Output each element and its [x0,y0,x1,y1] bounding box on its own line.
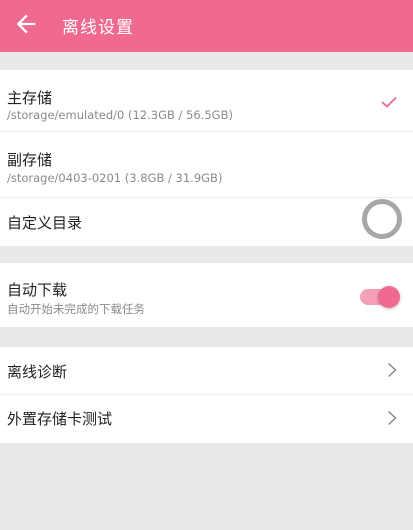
toggle-knob [378,286,400,308]
primary-storage-path: /storage/emulated/0 (12.3GB / 56.5GB) [7,108,233,122]
primary-storage-option[interactable]: 主存储 /storage/emulated/0 (12.3GB / 56.5GB… [0,70,413,132]
offline-diagnose-item[interactable]: 离线诊断 [0,347,413,395]
tools-section: 离线诊断 外置存储卡测试 [0,347,413,443]
offline-diagnose-label: 离线诊断 [7,363,68,381]
secondary-storage-path: /storage/0403-0201 (3.8GB / 31.9GB) [7,171,223,185]
app-bar: 离线设置 [0,0,413,52]
auto-download-description: 自动开始未完成的下载任务 [7,302,145,316]
auto-download-label: 自动下载 [7,281,68,299]
arrow-left-icon[interactable] [12,10,40,38]
custom-directory-radio[interactable] [362,199,402,239]
chevron-right-icon [387,362,397,378]
secondary-storage-label: 副存储 [7,151,53,169]
sdcard-test-label: 外置存储卡测试 [7,410,113,428]
auto-download-toggle[interactable] [360,286,400,308]
primary-storage-label: 主存储 [7,89,53,107]
custom-directory-option[interactable]: 自定义目录 [0,198,413,247]
storage-section: 主存储 /storage/emulated/0 (12.3GB / 56.5GB… [0,70,413,246]
check-icon [381,96,397,108]
auto-download-section[interactable]: 自动下载 自动开始未完成的下载任务 [0,263,413,327]
sdcard-test-item[interactable]: 外置存储卡测试 [0,395,413,443]
chevron-right-icon [387,410,397,426]
page-title: 离线设置 [62,18,134,38]
secondary-storage-option[interactable]: 副存储 /storage/0403-0201 (3.8GB / 31.9GB) [0,132,413,198]
custom-directory-label: 自定义目录 [7,214,83,232]
